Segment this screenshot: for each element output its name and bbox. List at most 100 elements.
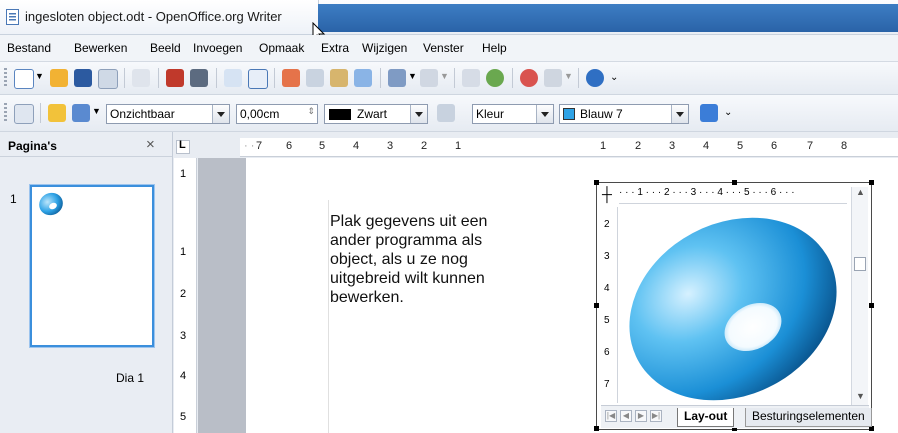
title-bar: ingesloten object.odt - OpenOffice.org W…	[0, 0, 898, 35]
standard-toolbar: ▼ ▼ ▼ ▼ ⌄	[0, 62, 898, 95]
resize-handle[interactable]	[869, 303, 874, 308]
arrow-style-dropdown-arrow-icon[interactable]: ▼	[92, 106, 101, 116]
horizontal-ruler[interactable]: 7 6 5 4 3 2 1 1 2 3 4 5 6 7 8 · · ·	[240, 138, 898, 157]
object-horizontal-ruler[interactable]: · · · 1 · · · 2 · · · 3 · · · 4 · · · 5 …	[619, 187, 847, 204]
email-icon[interactable]	[98, 69, 118, 89]
previous-tab-icon[interactable]: ◀	[620, 410, 632, 422]
line-color-swatch	[329, 109, 351, 120]
new-document-icon[interactable]	[14, 69, 34, 89]
clone-formatting-icon[interactable]	[354, 69, 372, 87]
copy-icon[interactable]	[306, 69, 324, 87]
line-style-value: Onzichtbaar	[110, 107, 175, 121]
save-icon[interactable]	[74, 69, 92, 87]
line-color-select[interactable]: Zwart	[324, 104, 428, 124]
close-icon[interactable]: ×	[146, 136, 155, 153]
vertical-ruler[interactable]: 1 1 2 3 4 5	[174, 158, 197, 433]
autospellcheck-icon[interactable]	[248, 69, 268, 89]
menu-venster[interactable]: Venster	[423, 41, 464, 55]
resize-handle[interactable]	[869, 180, 874, 185]
text-line: Plak gegevens uit een	[330, 213, 488, 230]
slide-number: 1	[10, 192, 17, 206]
line-style-select[interactable]: Onzichtbaar	[106, 104, 230, 124]
area-style-icon[interactable]	[48, 104, 66, 122]
fill-type-value: Kleur	[476, 107, 505, 121]
open-folder-icon[interactable]	[50, 69, 68, 87]
paste-icon[interactable]	[330, 69, 348, 87]
shadow-icon[interactable]	[700, 104, 718, 122]
resize-handle[interactable]	[732, 180, 737, 185]
text-line: bewerken.	[330, 289, 404, 306]
ruler-origin-icon[interactable]: ┼	[602, 186, 612, 202]
menu-help[interactable]: Help	[482, 41, 507, 55]
object-tab-bar: |◀ ◀ ▶ ▶| Lay-out Besturingselementen	[601, 405, 872, 428]
edit-file-icon[interactable]	[132, 69, 150, 87]
cut-icon[interactable]	[282, 69, 300, 87]
fill-color-select[interactable]: Blauw 7	[559, 104, 689, 124]
embedded-object-frame[interactable]: ┼ · · · 1 · · · 2 · · · 3 · · · 4 · · · …	[594, 180, 874, 431]
toolbar-grip[interactable]	[4, 68, 7, 88]
text-line: object, als u ze nog	[330, 251, 468, 268]
print-icon[interactable]	[190, 69, 208, 87]
toolbar-grip[interactable]	[4, 103, 7, 123]
menu-extra[interactable]: Extra	[321, 41, 349, 55]
torus-shape[interactable]	[621, 209, 849, 403]
menu-wijzigen[interactable]: Wijzigen	[362, 41, 407, 55]
title-bar-active-area[interactable]	[318, 4, 898, 32]
slide-label: Dia 1	[116, 371, 145, 385]
slide-thumbnail[interactable]	[30, 185, 154, 347]
resize-handle[interactable]	[594, 180, 599, 185]
scroll-up-icon[interactable]: ▲	[856, 187, 865, 197]
menu-bestand[interactable]: Bestand	[7, 41, 51, 55]
document-text[interactable]: Plak gegevens uit een ander programma al…	[330, 212, 560, 307]
line-width-spinner[interactable]: 0,00cm ⇕	[236, 104, 318, 124]
redo-icon[interactable]	[420, 69, 438, 87]
fill-color-swatch	[563, 108, 575, 120]
zoom-dropdown-arrow-icon[interactable]: ▼	[564, 71, 573, 81]
fill-type-select[interactable]: Kleur	[472, 104, 554, 124]
window-title: ingesloten object.odt - OpenOffice.org W…	[25, 9, 282, 24]
export-pdf-icon[interactable]	[166, 69, 184, 87]
menu-bewerken[interactable]: Bewerken	[74, 41, 127, 55]
object-vertical-scrollbar[interactable]: ▲ ▼	[851, 187, 868, 405]
scrollbar-thumb[interactable]	[854, 257, 866, 271]
resize-handle[interactable]	[594, 426, 599, 431]
object-vertical-ruler[interactable]: 2 3 4 5 6 7	[601, 207, 618, 403]
spinner-arrows-icon[interactable]: ⇕	[307, 106, 315, 117]
menu-invoegen[interactable]: Invoegen	[193, 41, 242, 55]
tab-layout[interactable]: Lay-out	[677, 408, 735, 427]
zoom-icon[interactable]	[544, 69, 562, 87]
undo-icon[interactable]	[388, 69, 406, 87]
navigator-icon[interactable]	[486, 69, 504, 87]
toolbar-overflow-icon[interactable]: ⌄	[724, 107, 732, 118]
chart-icon[interactable]	[462, 69, 480, 87]
pages-panel-title: Pagina's	[8, 139, 57, 153]
toolbar-overflow-icon[interactable]: ⌄	[610, 72, 618, 83]
spellcheck-icon[interactable]	[224, 69, 242, 87]
page-background	[198, 158, 246, 433]
line-color-value: Zwart	[357, 107, 387, 121]
pages-panel: Pagina's × 1 Dia 1	[0, 132, 173, 433]
undo-dropdown-arrow-icon[interactable]: ▼	[408, 71, 417, 81]
last-tab-icon[interactable]: ▶|	[650, 410, 662, 422]
tab-controls[interactable]: Besturingselementen	[745, 408, 872, 427]
line-style-dropdown-icon[interactable]	[212, 105, 229, 123]
arrow-style-icon[interactable]	[72, 104, 90, 122]
select-object-icon[interactable]	[14, 104, 34, 124]
fill-color-dropdown-icon[interactable]	[671, 105, 688, 123]
resize-handle[interactable]	[594, 303, 599, 308]
menu-beeld[interactable]: Beeld	[150, 41, 181, 55]
line-color-dropdown-icon[interactable]	[410, 105, 427, 123]
first-tab-icon[interactable]: |◀	[605, 410, 617, 422]
text-line: ander programma als	[330, 232, 483, 249]
new-dropdown-arrow-icon[interactable]: ▼	[35, 71, 44, 81]
scroll-down-icon[interactable]: ▼	[856, 391, 865, 401]
tab-stop-selector[interactable]: L	[176, 139, 190, 154]
menu-opmaak[interactable]: Opmaak	[259, 41, 304, 55]
draw-functions-icon[interactable]	[520, 69, 538, 87]
fill-type-dropdown-icon[interactable]	[536, 105, 553, 123]
next-tab-icon[interactable]: ▶	[635, 410, 647, 422]
text-line: uitgebreid wilt kunnen	[330, 270, 485, 287]
fill-bucket-icon[interactable]	[437, 104, 455, 122]
help-icon[interactable]	[586, 69, 604, 87]
redo-dropdown-arrow-icon[interactable]: ▼	[440, 71, 449, 81]
